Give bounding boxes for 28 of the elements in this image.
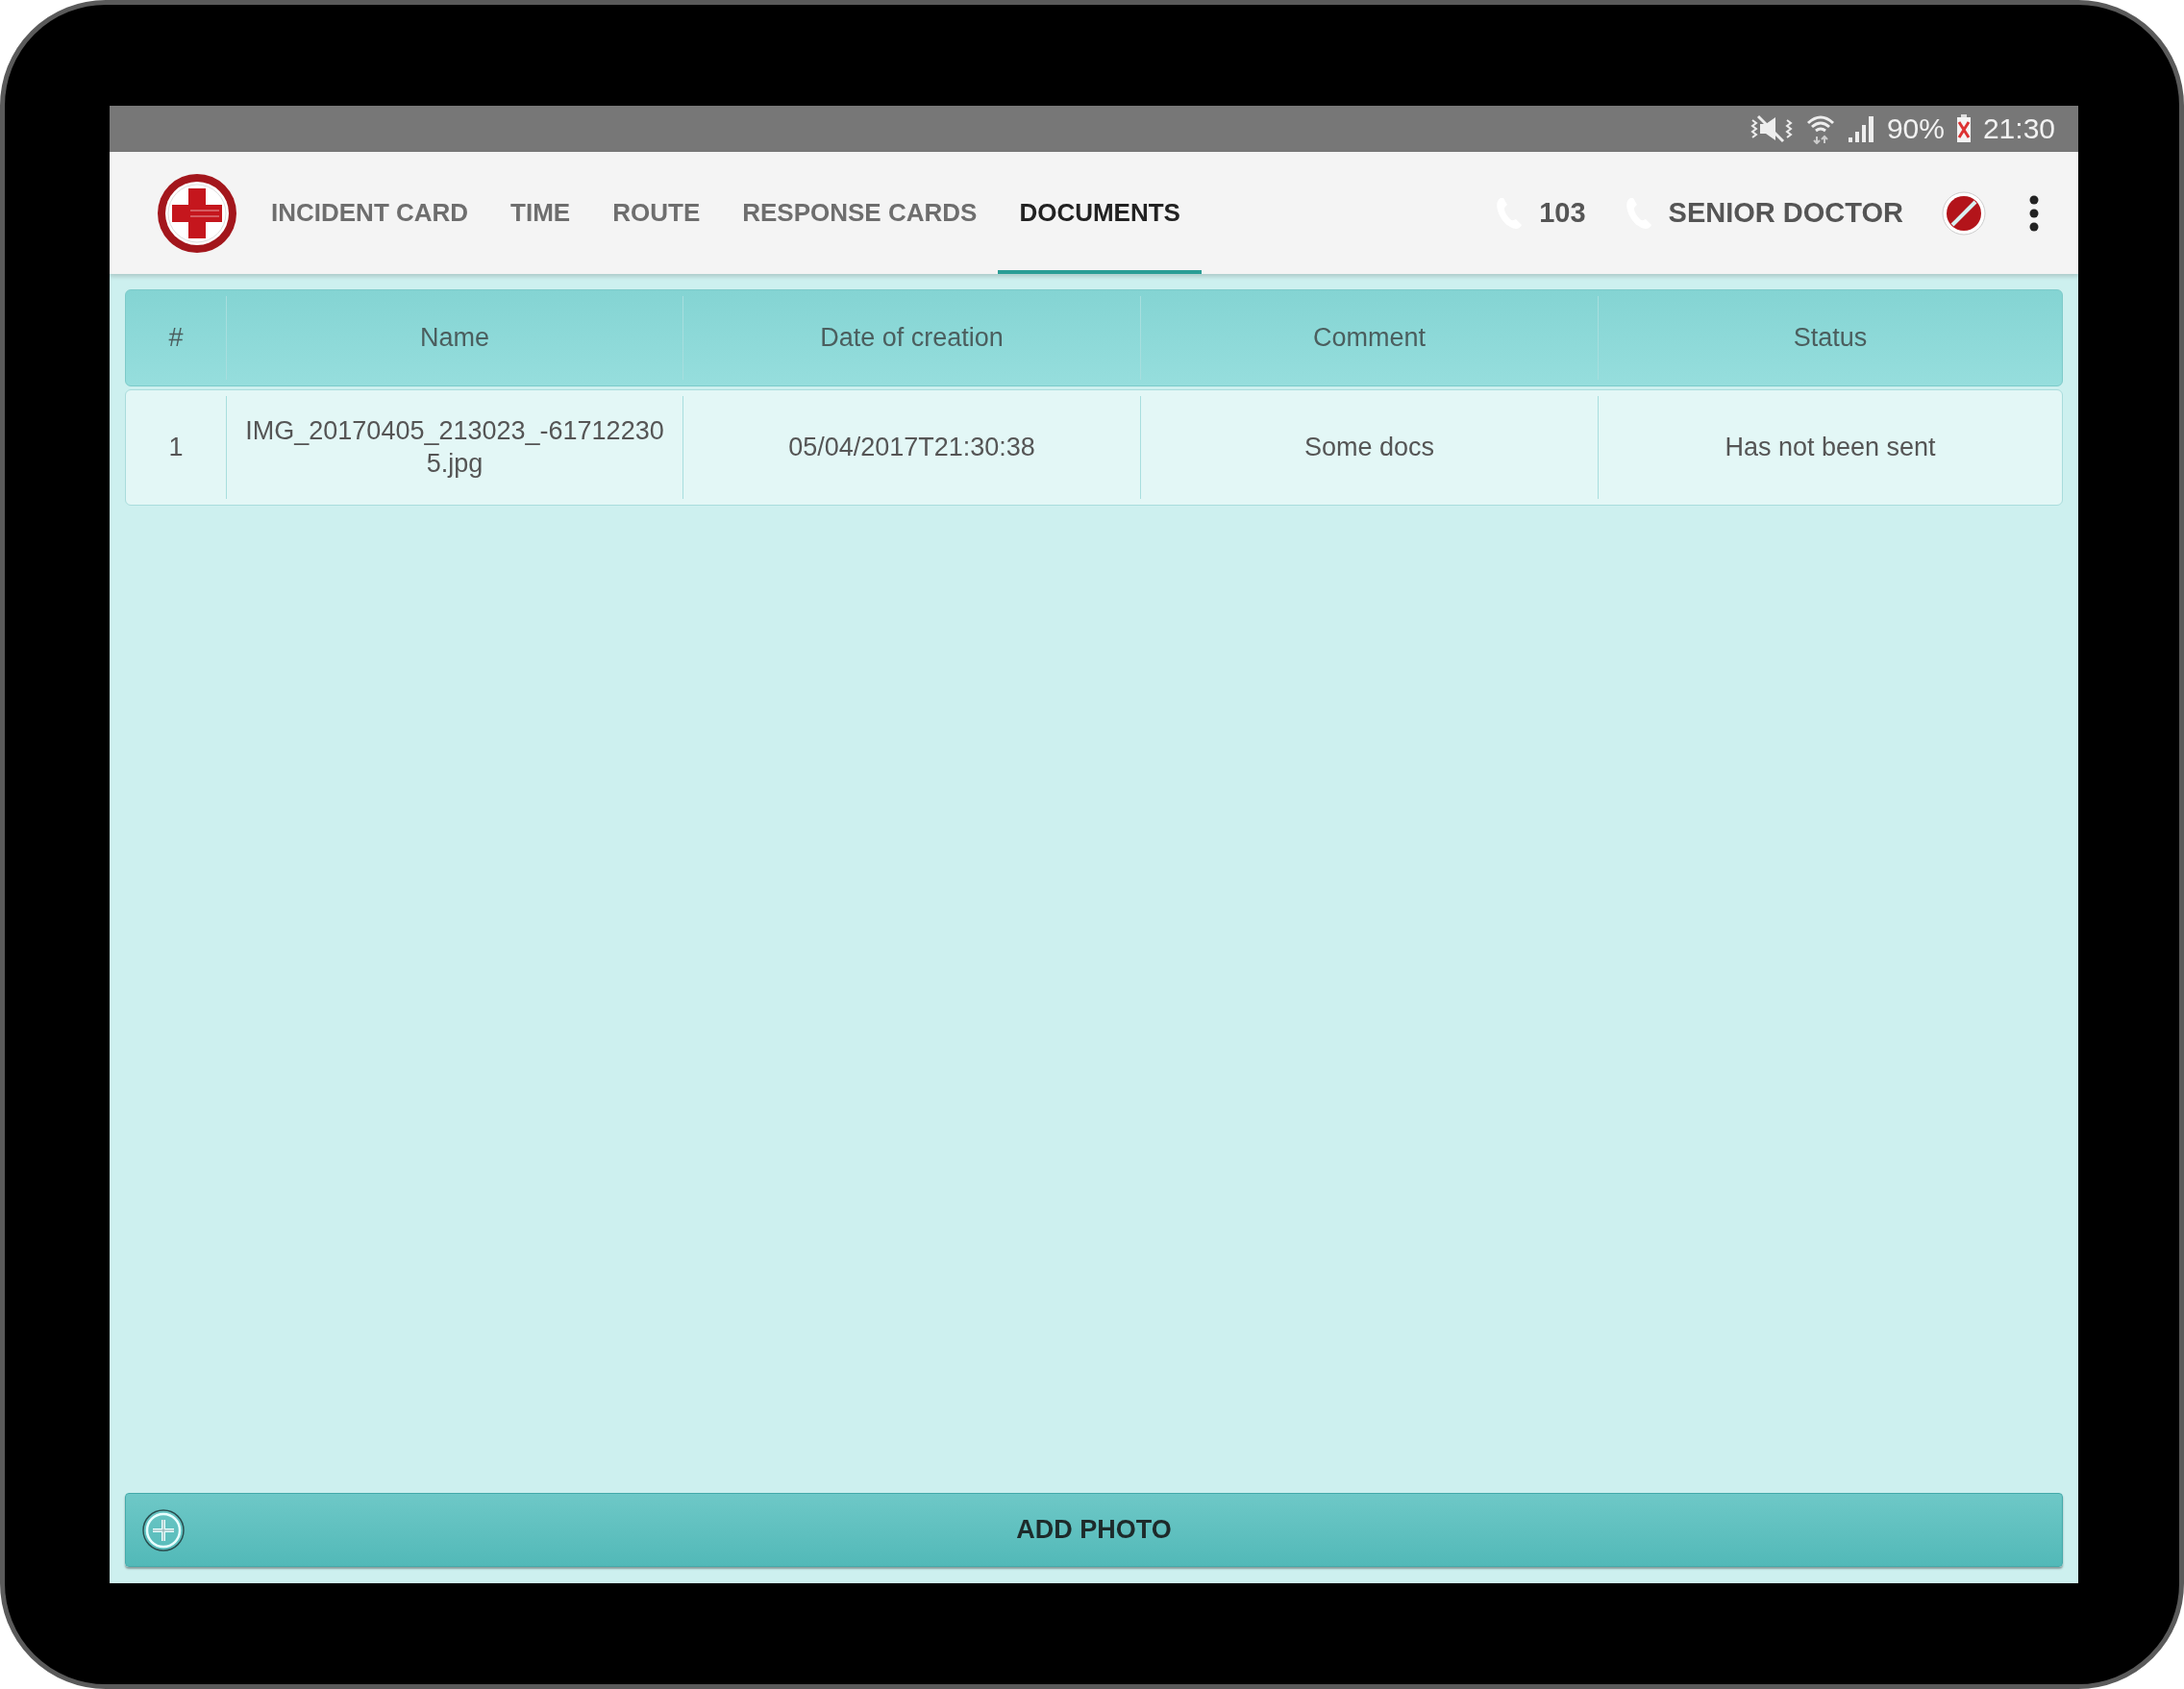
- phone-number[interactable]: 103: [1539, 197, 1586, 229]
- table-cell: 05/04/2017T21:30:38: [682, 396, 1140, 499]
- tab[interactable]: DOCUMENTS: [998, 152, 1202, 274]
- table-cell-text: 1: [167, 431, 185, 463]
- battery-icon: [1955, 114, 1972, 143]
- table-cell: IMG_20170405_213023_-617122305.jpg: [226, 396, 682, 499]
- column-header: Status: [1598, 296, 2062, 380]
- column-header: Comment: [1140, 296, 1598, 380]
- table-cell: Has not been sent: [1598, 396, 2062, 499]
- table-row[interactable]: 1 IMG_20170405_213023_-617122305.jpg 05/04/2017T21:30:38 Some docs Has not been sent: [125, 389, 2063, 506]
- column-header: #: [167, 322, 185, 354]
- tab[interactable]: TIME: [489, 152, 592, 274]
- clock-time: 21:30: [1982, 112, 2055, 145]
- tab[interactable]: RESPONSE CARDS: [721, 152, 999, 274]
- column-header: Name: [226, 296, 682, 380]
- add-circle-icon: [141, 1507, 186, 1552]
- no-entry-icon[interactable]: [1942, 190, 1986, 236]
- more-options-icon[interactable]: [2028, 193, 2040, 233]
- add-photo-button[interactable]: ADD PHOTO: [125, 1493, 2063, 1567]
- wifi-icon: [1805, 113, 1835, 144]
- signal-icon: [1846, 114, 1875, 143]
- battery-percent: 90%: [1886, 112, 1945, 145]
- table-cell: Some docs: [1140, 396, 1598, 499]
- role-label[interactable]: SENIOR DOCTOR: [1668, 197, 1903, 229]
- tab[interactable]: INCIDENT CARD: [250, 152, 490, 274]
- column-header: Date of creation: [682, 296, 1140, 380]
- tab[interactable]: ROUTE: [591, 152, 722, 274]
- vibrate-mute-icon: [1750, 114, 1795, 143]
